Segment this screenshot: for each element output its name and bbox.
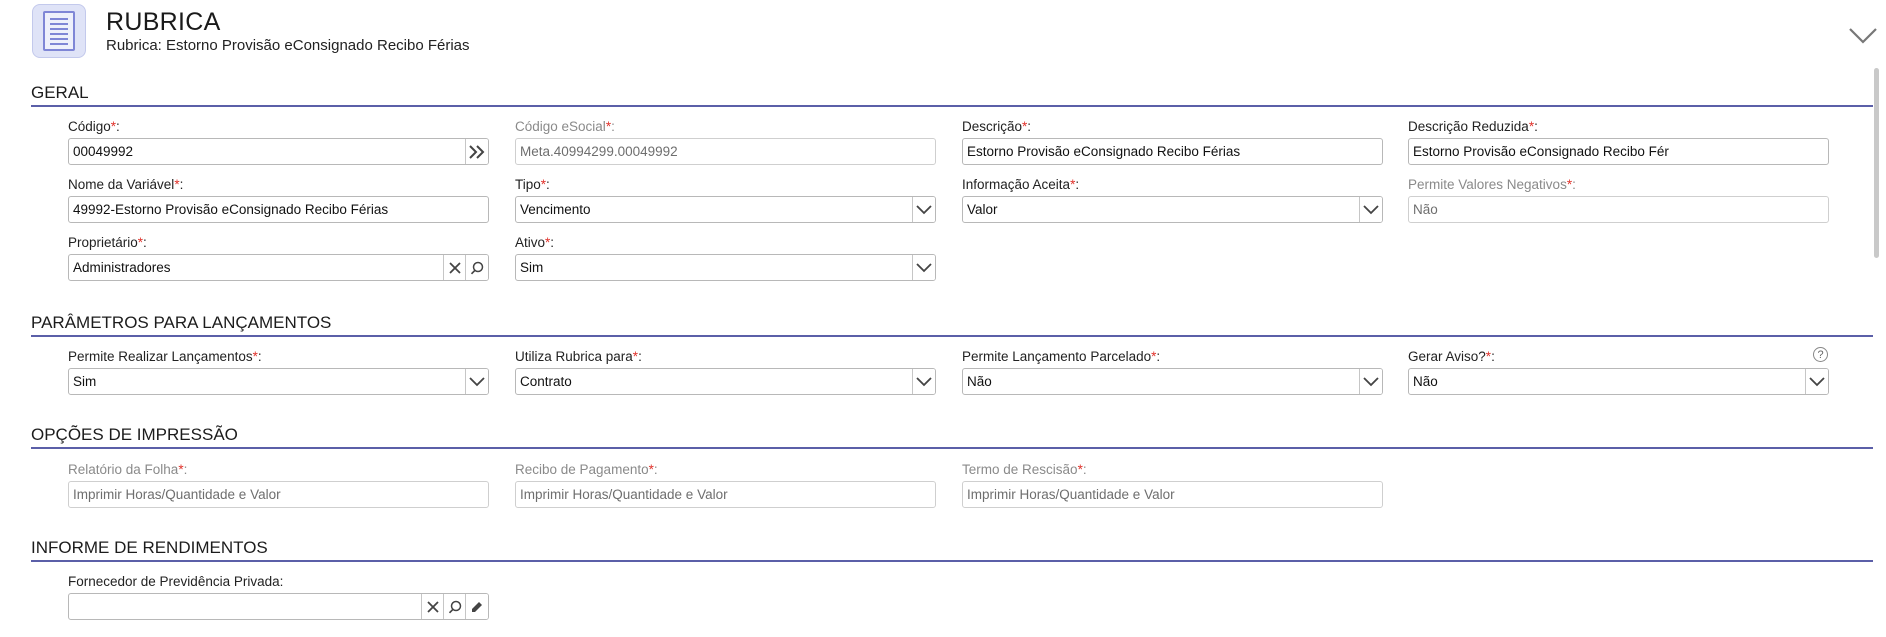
permite-negativos-field: Permite Valores Negativos*: Não: [1408, 176, 1829, 223]
proprietario-value: Administradores: [73, 260, 171, 275]
gerar-aviso-field: Gerar Aviso?*: Não: [1408, 348, 1829, 395]
informacao-aceita-select[interactable]: Valor: [962, 196, 1383, 223]
relatorio-folha-label: Relatório da Folha: [68, 462, 179, 477]
descricao-reduzida-input[interactable]: Estorno Provisão eConsignado Recibo Fér: [1408, 138, 1829, 165]
proprietario-field: Proprietário*: Administradores: [68, 234, 489, 281]
descricao-reduzida-field: Descrição Reduzida*: Estorno Provisão eC…: [1408, 118, 1829, 165]
vertical-scrollbar[interactable]: [1874, 68, 1879, 258]
codigo-input[interactable]: 00049992: [68, 138, 489, 165]
nome-variavel-field: Nome da Variável*: 49992-Estorno Provisã…: [68, 176, 489, 223]
permite-negativos-value: Não: [1413, 202, 1438, 217]
gerar-aviso-select[interactable]: Não: [1408, 368, 1829, 395]
chevron-down-icon[interactable]: [912, 197, 935, 222]
permite-negativos-input: Não: [1408, 196, 1829, 223]
lancamento-parcelado-label: Permite Lançamento Parcelado: [962, 349, 1152, 364]
recibo-pagamento-field: Recibo de Pagamento*: Imprimir Horas/Qua…: [515, 461, 936, 508]
section-impressao-title: OPÇÕES DE IMPRESSÃO: [31, 425, 1873, 449]
informacao-aceita-field: Informação Aceita*: Valor: [962, 176, 1383, 223]
proprietario-label: Proprietário: [68, 235, 138, 250]
descricao-reduzida-value: Estorno Provisão eConsignado Recibo Fér: [1413, 144, 1669, 159]
tipo-field: Tipo*: Vencimento: [515, 176, 936, 223]
descricao-label: Descrição: [962, 119, 1023, 134]
nome-variavel-value: 49992-Estorno Provisão eConsignado Recib…: [73, 202, 389, 217]
relatorio-folha-value: Imprimir Horas/Quantidade e Valor: [73, 487, 281, 502]
utiliza-rubrica-value: Contrato: [520, 374, 572, 389]
recibo-pagamento-value: Imprimir Horas/Quantidade e Valor: [520, 487, 728, 502]
section-parametros-title: PARÂMETROS PARA LANÇAMENTOS: [31, 313, 1873, 337]
chevron-down-icon[interactable]: [912, 255, 935, 280]
chevron-down-icon[interactable]: [1359, 197, 1382, 222]
codigo-esocial-label: Código eSocial: [515, 119, 606, 134]
search-icon[interactable]: [465, 255, 488, 280]
permite-lancamentos-label: Permite Realizar Lançamentos: [68, 349, 253, 364]
permite-lancamentos-field: Permite Realizar Lançamentos*: Sim: [68, 348, 489, 395]
recibo-pagamento-label: Recibo de Pagamento: [515, 462, 649, 477]
clear-icon[interactable]: [443, 255, 466, 280]
page-title: RUBRICA: [106, 8, 221, 36]
tipo-value: Vencimento: [520, 202, 591, 217]
page-header: RUBRICA Rubrica: Estorno Provisão eConsi…: [0, 0, 1886, 64]
relatorio-folha-input: Imprimir Horas/Quantidade e Valor: [68, 481, 489, 508]
descricao-value: Estorno Provisão eConsignado Recibo Féri…: [967, 144, 1241, 159]
section-geral-title: GERAL: [31, 83, 1873, 107]
help-icon[interactable]: ?: [1813, 347, 1828, 362]
lancamento-parcelado-field: Permite Lançamento Parcelado*: Não: [962, 348, 1383, 395]
chevron-down-icon[interactable]: [1805, 369, 1828, 394]
ativo-field: Ativo*: Sim: [515, 234, 936, 281]
gerar-aviso-value: Não: [1413, 374, 1438, 389]
lancamento-parcelado-value: Não: [967, 374, 992, 389]
codigo-esocial-field: Código eSocial*: Meta.40994299.00049992: [515, 118, 936, 165]
permite-lancamentos-select[interactable]: Sim: [68, 368, 489, 395]
ativo-value: Sim: [520, 260, 544, 275]
clear-icon[interactable]: [421, 594, 444, 619]
termo-rescisao-label: Termo de Rescisão: [962, 462, 1078, 477]
utiliza-rubrica-select[interactable]: Contrato: [515, 368, 936, 395]
codigo-esocial-value: Meta.40994299.00049992: [520, 144, 678, 159]
tipo-select[interactable]: Vencimento: [515, 196, 936, 223]
codigo-label: Código: [68, 119, 111, 134]
ativo-select[interactable]: Sim: [515, 254, 936, 281]
chevron-down-icon[interactable]: [912, 369, 935, 394]
recibo-pagamento-input: Imprimir Horas/Quantidade e Valor: [515, 481, 936, 508]
permite-negativos-label: Permite Valores Negativos: [1408, 177, 1567, 192]
codigo-value: 00049992: [73, 144, 134, 159]
chevron-down-icon[interactable]: [465, 369, 488, 394]
fornecedor-previdencia-input[interactable]: [68, 593, 489, 620]
termo-rescisao-field: Termo de Rescisão*: Imprimir Horas/Quant…: [962, 461, 1383, 508]
relatorio-folha-field: Relatório da Folha*: Imprimir Horas/Quan…: [68, 461, 489, 508]
form-document-icon: [32, 4, 86, 58]
descricao-reduzida-label: Descrição Reduzida: [1408, 119, 1529, 134]
page-subtitle: Rubrica: Estorno Provisão eConsignado Re…: [106, 37, 470, 54]
codigo-esocial-input: Meta.40994299.00049992: [515, 138, 936, 165]
nome-variavel-label: Nome da Variável: [68, 177, 175, 192]
codigo-field: Código*: 00049992: [68, 118, 489, 165]
section-informe-title: INFORME DE RENDIMENTOS: [31, 538, 1873, 562]
ativo-label: Ativo: [515, 235, 546, 250]
permite-lancamentos-value: Sim: [73, 374, 97, 389]
double-chevron-right-icon[interactable]: [465, 139, 488, 164]
lancamento-parcelado-select[interactable]: Não: [962, 368, 1383, 395]
chevron-down-icon[interactable]: [1359, 369, 1382, 394]
chevron-down-icon[interactable]: [1848, 26, 1878, 46]
fornecedor-previdencia-label: Fornecedor de Previdência Privada:: [68, 574, 284, 589]
edit-pencil-icon[interactable]: [465, 594, 488, 619]
utiliza-rubrica-label: Utiliza Rubrica para: [515, 349, 633, 364]
search-icon[interactable]: [443, 594, 466, 619]
fornecedor-previdencia-field: Fornecedor de Previdência Privada:: [68, 573, 489, 620]
proprietario-input[interactable]: Administradores: [68, 254, 489, 281]
descricao-field: Descrição*: Estorno Provisão eConsignado…: [962, 118, 1383, 165]
informacao-aceita-label: Informação Aceita: [962, 177, 1071, 192]
nome-variavel-input[interactable]: 49992-Estorno Provisão eConsignado Recib…: [68, 196, 489, 223]
descricao-input[interactable]: Estorno Provisão eConsignado Recibo Féri…: [962, 138, 1383, 165]
termo-rescisao-value: Imprimir Horas/Quantidade e Valor: [967, 487, 1175, 502]
utiliza-rubrica-field: Utiliza Rubrica para*: Contrato: [515, 348, 936, 395]
termo-rescisao-input: Imprimir Horas/Quantidade e Valor: [962, 481, 1383, 508]
informacao-aceita-value: Valor: [967, 202, 998, 217]
gerar-aviso-label: Gerar Aviso?: [1408, 349, 1486, 364]
tipo-label: Tipo: [515, 177, 541, 192]
